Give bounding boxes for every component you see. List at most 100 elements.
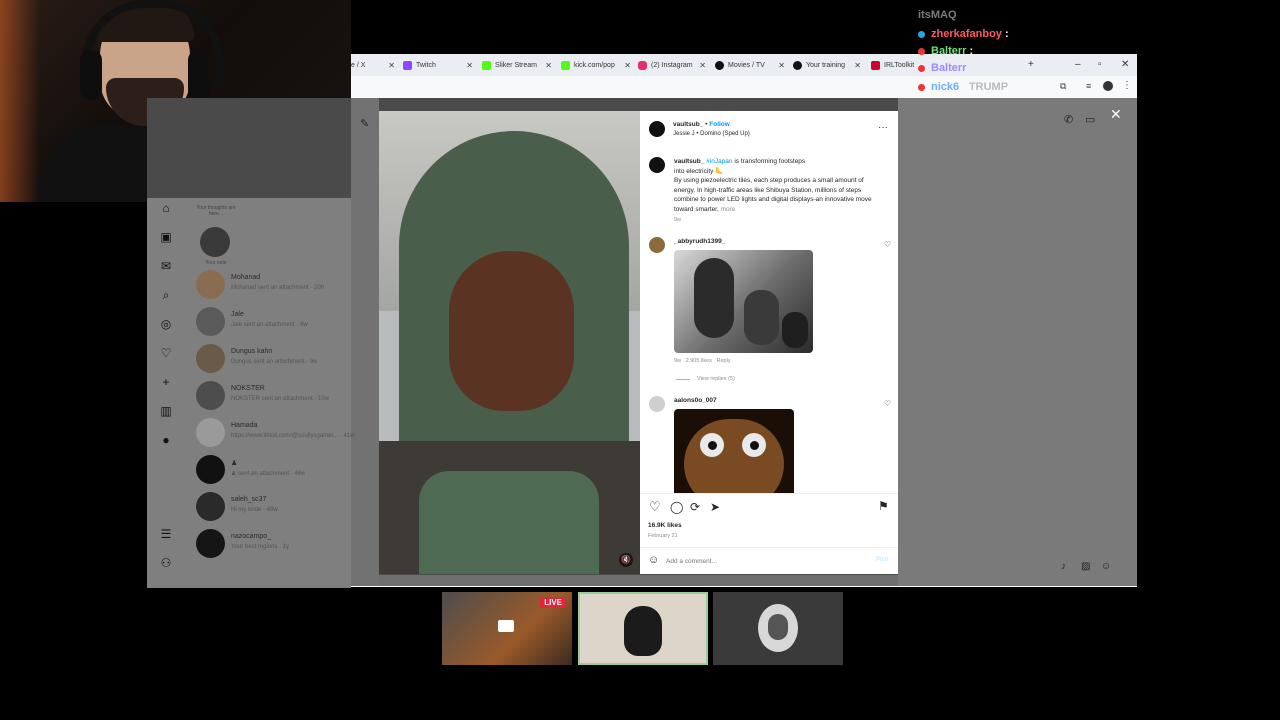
comment-icon[interactable]: ◯ — [670, 500, 683, 514]
profile-avatar[interactable] — [1103, 81, 1113, 91]
messages-icon[interactable]: ✉ — [159, 259, 173, 273]
thumbnail-image — [624, 606, 662, 656]
caption-username[interactable]: vaultsub_ — [674, 158, 704, 165]
dm-item[interactable]: Dungus kahn Dungus sent an attachment · 9… — [196, 344, 376, 378]
avatar — [196, 418, 225, 447]
tab-label: Sliker Stream — [495, 62, 538, 69]
new-message-icon[interactable]: ✎ — [360, 117, 369, 130]
dm-item[interactable]: saleh_sc37 Hi my bride · 48w — [196, 492, 376, 526]
post-comment-button[interactable]: Post — [876, 557, 888, 563]
profile-icon[interactable]: ● — [159, 433, 173, 447]
home-icon[interactable]: ⌂ — [159, 201, 173, 215]
tab-close-icon[interactable]: ✕ — [466, 57, 473, 74]
caption-text: By using piezoelectric tiles, each step … — [674, 177, 872, 213]
avatar — [649, 396, 665, 412]
mute-icon[interactable]: 🔇 — [619, 553, 633, 567]
tab-bar: e / X ✕ Twitch ✕ Sliker Stream ✕ kick.com/p… — [351, 54, 1137, 76]
comment-username[interactable]: _abbyrudh1399_ — [674, 238, 725, 245]
dm-item[interactable]: ♟ ♟ sent an attachment · 46w — [196, 455, 376, 489]
explore-icon[interactable]: ◎ — [159, 317, 173, 331]
dm-item[interactable]: Hamada https://www.tiktok.com/@soullysgam… — [196, 418, 376, 452]
tab-close-icon[interactable]: ✕ — [699, 57, 706, 74]
comment-likes[interactable]: 2,905 likes — [686, 358, 712, 364]
reading-list-icon[interactable]: ≡ — [1086, 81, 1091, 91]
kick-icon — [561, 60, 570, 70]
share-icon[interactable]: ➤ — [710, 500, 720, 514]
tab-close-icon[interactable]: ✕ — [778, 57, 785, 74]
comment-image — [674, 250, 813, 353]
comment-input[interactable] — [666, 555, 856, 567]
maximize-button[interactable]: ▫ — [1098, 57, 1102, 73]
avatar — [649, 237, 665, 253]
stream-thumbnail[interactable] — [713, 592, 843, 665]
create-icon[interactable]: + — [159, 375, 173, 389]
chat-username: Balterr — [931, 62, 967, 74]
tab-x[interactable]: e / X ✕ — [351, 57, 397, 74]
dm-preview: Your best regions · 1y — [231, 544, 290, 550]
post-audio[interactable]: Jessie J • Domino (Sped Up) — [673, 131, 750, 137]
stream-thumbnail-selected[interactable] — [578, 592, 708, 665]
tab-kick[interactable]: kick.com/pop ✕ — [561, 57, 633, 74]
repost-icon[interactable]: ⟳ — [690, 500, 700, 514]
chat-line: nick6 : TRUMP — [918, 81, 1008, 93]
dm-item[interactable]: Mohanad Mohanad sent an attachment · 20h — [196, 270, 376, 304]
like-comment-icon[interactable]: ♡ — [884, 240, 891, 249]
reels-icon[interactable]: ▣ — [159, 230, 173, 244]
extensions-icon[interactable]: ⧉ — [1060, 81, 1066, 92]
comment-username[interactable]: aalons0o_007 — [674, 397, 717, 404]
close-modal-icon[interactable]: ✕ — [1110, 106, 1122, 123]
meta-icon[interactable]: ⚇ — [159, 556, 173, 570]
chat-line: Balterr — [918, 62, 966, 74]
view-replies-button[interactable]: View replies (5) — [697, 376, 735, 382]
new-tab-button[interactable]: + — [1028, 57, 1034, 73]
video-icon[interactable]: ▭ — [1085, 113, 1095, 126]
badge-icon — [918, 83, 925, 91]
close-window-button[interactable]: ✕ — [1121, 57, 1129, 73]
post-panel: vaultsub_ • Follow Jessie J • Domino (Sp… — [640, 111, 898, 574]
dm-item[interactable]: NOKSTER NOKSTER sent an attachment · 10w — [196, 381, 376, 415]
menu-icon[interactable]: ⋮ — [1122, 80, 1132, 91]
more-menu-icon[interactable]: ☰ — [159, 527, 173, 541]
sticker-icon[interactable]: ☺ — [1101, 561, 1111, 572]
tab-training[interactable]: Your training ✕ — [793, 57, 863, 74]
tab-instagram[interactable]: (2) Instagram ✕ — [638, 57, 708, 74]
save-icon[interactable]: ⚑ — [878, 499, 889, 513]
tab-movies[interactable]: Movies / TV ✕ — [715, 57, 787, 74]
emoji-icon[interactable]: ☺ — [648, 554, 659, 566]
your-note[interactable]: Your thoughts are here... Your note — [196, 205, 236, 266]
like-icon[interactable]: ♡ — [649, 499, 661, 515]
tab-label: (2) Instagram — [651, 62, 693, 69]
minimize-button[interactable]: – — [1075, 57, 1081, 73]
tab-close-icon[interactable]: ✕ — [388, 57, 395, 74]
stream-thumbnail[interactable]: LIVE — [442, 592, 572, 665]
note-label: Your note — [205, 260, 227, 266]
more-options-icon[interactable]: ··· — [878, 122, 888, 133]
post-username[interactable]: vaultsub_ — [673, 121, 703, 128]
tab-sliker[interactable]: Sliker Stream ✕ — [482, 57, 554, 74]
post-date: February 21 — [648, 533, 678, 539]
phone-icon[interactable]: ✆ — [1064, 113, 1073, 126]
dm-item[interactable]: Jale Jale sent an attachment · 9w — [196, 307, 376, 341]
search-icon[interactable]: ⌕ — [159, 288, 173, 303]
tab-close-icon[interactable]: ✕ — [545, 57, 552, 74]
dm-preview: Hi my bride · 48w — [231, 507, 278, 513]
chat-line: zherkafanboy : — [918, 28, 1009, 40]
tab-close-icon[interactable]: ✕ — [854, 57, 861, 74]
notifications-icon[interactable]: ♡ — [159, 346, 173, 360]
tab-label: IRLToolkit — [884, 62, 915, 69]
tab-label: kick.com/pop — [574, 62, 615, 69]
mic-icon[interactable]: ♪ — [1061, 561, 1066, 572]
follow-button[interactable]: Follow — [709, 121, 730, 128]
dashboard-icon[interactable]: ▥ — [159, 404, 173, 418]
tab-twitch[interactable]: Twitch ✕ — [403, 57, 475, 74]
hashtag-link[interactable]: #inJapan — [706, 158, 732, 165]
badge-icon — [918, 47, 925, 55]
reply-button[interactable]: Reply — [717, 358, 731, 364]
like-comment-icon[interactable]: ♡ — [884, 399, 891, 408]
more-link[interactable]: more — [721, 206, 736, 213]
image-icon[interactable]: ▨ — [1081, 561, 1090, 572]
post-likes[interactable]: 16.9K likes — [648, 522, 682, 529]
address-bar[interactable]: ⧉ ≡ ⋮ — [351, 76, 1137, 99]
tab-close-icon[interactable]: ✕ — [624, 57, 631, 74]
dm-item[interactable]: nazocampo_ Your best regions · 1y — [196, 529, 376, 563]
